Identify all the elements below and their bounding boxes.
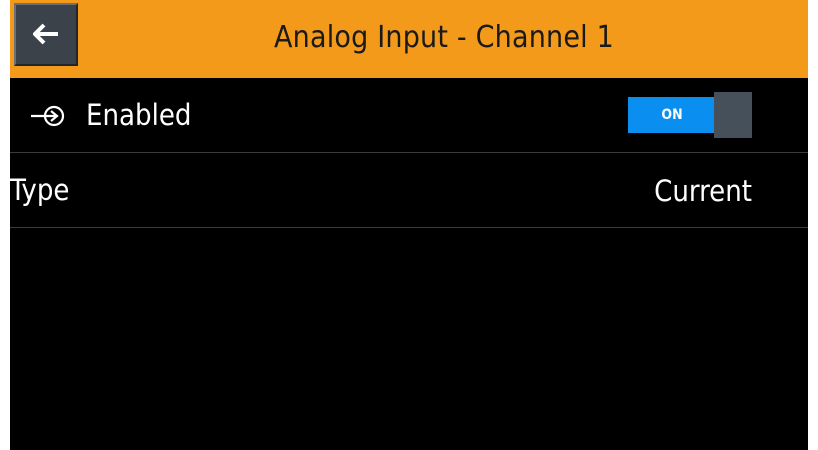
input-arrow-icon	[31, 105, 65, 127]
enabled-row[interactable]: Enabled ON	[10, 78, 808, 153]
enabled-toggle[interactable]: ON	[628, 92, 752, 138]
page-title: Analog Input - Channel 1	[274, 20, 614, 55]
arrow-left-icon	[33, 23, 58, 45]
toggle-on-label: ON	[628, 97, 716, 133]
toggle-knob[interactable]	[714, 92, 752, 138]
header-bar: Analog Input - Channel 1	[10, 0, 808, 78]
type-row[interactable]: Type Current	[10, 153, 808, 228]
back-button[interactable]	[14, 3, 78, 66]
type-value: Current	[654, 174, 752, 208]
screen: Analog Input - Channel 1 Enabled ON Type…	[10, 0, 808, 450]
enabled-label: Enabled	[86, 98, 192, 132]
type-label: Type	[10, 173, 70, 207]
